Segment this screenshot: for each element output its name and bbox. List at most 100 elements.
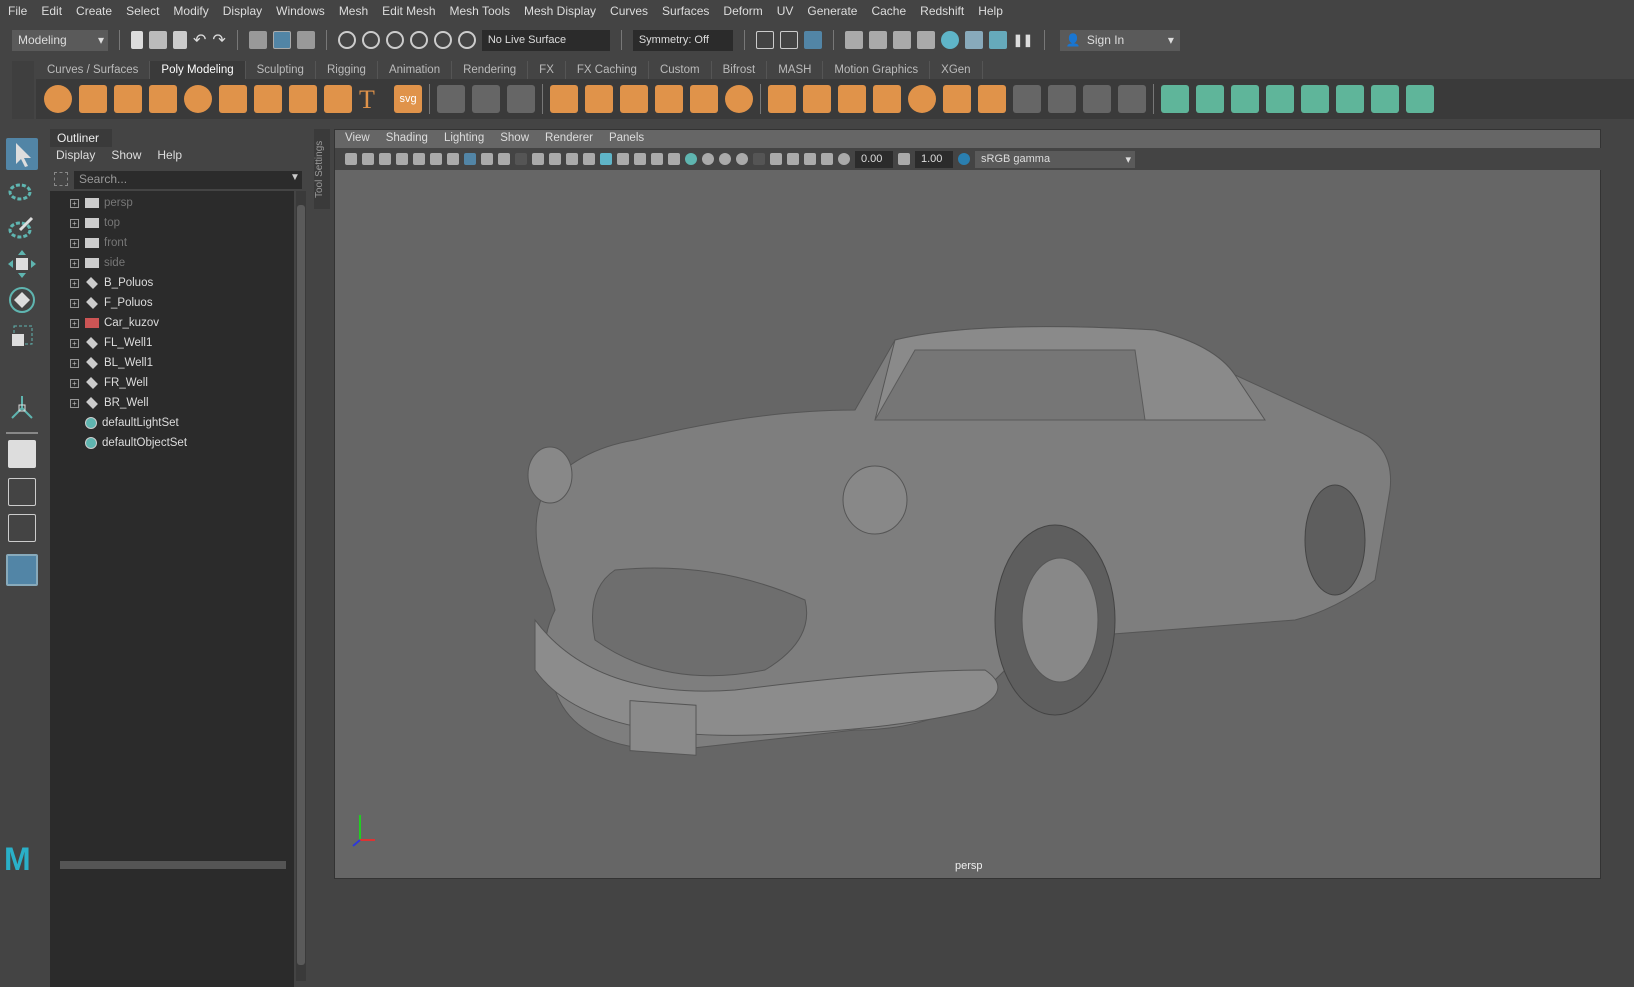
2d-pan-icon[interactable] [430, 153, 442, 165]
field-chart-icon[interactable] [532, 153, 544, 165]
outliner-item[interactable]: + F_Poluos [50, 293, 153, 313]
insert-edge-loop-icon[interactable] [1013, 85, 1041, 113]
uv-planar-icon[interactable] [1161, 85, 1189, 113]
mirror-icon[interactable] [620, 85, 648, 113]
snap-grid-icon[interactable] [337, 31, 356, 49]
snap-live-icon[interactable] [433, 31, 452, 49]
wireframe-on-shaded-icon[interactable] [634, 153, 646, 165]
bookmark-icon[interactable] [396, 153, 408, 165]
expand-icon[interactable]: + [70, 298, 79, 308]
outliner-item[interactable]: + BL_Well1 [50, 353, 153, 373]
screen-space-ao-icon[interactable] [702, 153, 714, 165]
viewport-menu-renderer[interactable]: Renderer [545, 132, 593, 144]
viewport-menu-panels[interactable]: Panels [609, 132, 644, 144]
image-plane-icon[interactable] [413, 153, 425, 165]
scale-tool-icon[interactable] [6, 320, 38, 352]
extrude-icon[interactable] [943, 85, 971, 113]
tab-fx[interactable]: FX [528, 61, 566, 79]
tab-fx-caching[interactable]: FX Caching [566, 61, 649, 79]
snap-point-icon[interactable] [385, 31, 404, 49]
uv-spherical-icon[interactable] [1231, 85, 1259, 113]
uv-cylindrical-icon[interactable] [1196, 85, 1224, 113]
platonic-solid-icon[interactable] [289, 85, 317, 113]
menu-mesh-display[interactable]: Mesh Display [524, 4, 596, 18]
expand-icon[interactable]: + [70, 358, 79, 368]
menu-mesh[interactable]: Mesh [339, 4, 368, 18]
sign-in-button[interactable]: 👤 Sign In ▾ [1059, 29, 1180, 51]
hypershade-icon[interactable] [940, 31, 959, 49]
input-ops-icon[interactable] [755, 31, 774, 49]
tab-curves-surfaces[interactable]: Curves / Surfaces [36, 61, 151, 79]
scrollbar-thumb[interactable] [297, 205, 305, 965]
safe-title-icon[interactable] [566, 153, 578, 165]
new-scene-icon[interactable] [131, 31, 143, 49]
textured-icon[interactable] [651, 153, 663, 165]
tab-mash[interactable]: MASH [767, 61, 824, 79]
separate-icon[interactable] [585, 85, 613, 113]
outliner-tab[interactable]: Outliner [50, 129, 112, 147]
outliner-item[interactable]: defaultLightSet [50, 413, 179, 433]
lasso-tool-icon[interactable] [6, 176, 38, 208]
outliner-item[interactable]: + persp [50, 193, 133, 213]
menu-display[interactable]: Display [223, 4, 262, 18]
bevel-cube-icon[interactable] [768, 85, 796, 113]
outliner-menu-display[interactable]: Display [56, 148, 95, 166]
grease-pencil-icon[interactable] [447, 153, 459, 165]
viewport-menu-shading[interactable]: Shading [386, 132, 428, 144]
poly-cone-icon[interactable] [149, 85, 177, 113]
render-frame-icon[interactable] [844, 31, 863, 49]
outliner-layout-icon[interactable] [6, 554, 38, 586]
symmetry-field[interactable]: Symmetry: Off [632, 29, 733, 51]
tab-rendering[interactable]: Rendering [452, 61, 529, 79]
pause-icon[interactable]: ❚❚ [1013, 33, 1033, 47]
gate-mask-icon[interactable] [515, 153, 527, 165]
redo-icon[interactable]: ↷ [212, 30, 225, 50]
expand-icon[interactable]: + [70, 318, 79, 328]
extract-icon[interactable] [690, 85, 718, 113]
grid-icon[interactable] [464, 153, 476, 165]
select-object-icon[interactable] [272, 31, 291, 49]
gamma-field[interactable]: 1.00 [915, 150, 953, 168]
outliner-item[interactable]: + B_Poluos [50, 273, 153, 293]
reset-transform-icon[interactable] [472, 85, 500, 113]
exposure-field[interactable]: 0.00 [855, 150, 893, 168]
paint-select-tool-icon[interactable] [6, 212, 38, 244]
filter-icon[interactable] [54, 172, 68, 186]
menu-edit[interactable]: Edit [41, 4, 62, 18]
default-material-icon[interactable] [617, 153, 629, 165]
snap-surface-icon[interactable] [457, 31, 476, 49]
tab-bifrost[interactable]: Bifrost [712, 61, 768, 79]
menu-select[interactable]: Select [126, 4, 159, 18]
menu-curves[interactable]: Curves [610, 4, 648, 18]
output-ops-icon[interactable] [779, 31, 798, 49]
move-tool-icon[interactable] [6, 248, 38, 280]
bevel-icon[interactable] [873, 85, 901, 113]
select-hierarchy-icon[interactable] [248, 31, 267, 49]
wireframe-icon[interactable] [583, 153, 595, 165]
tool-settings-tab[interactable]: Tool Settings [314, 129, 330, 209]
uv-editor-icon[interactable] [1336, 85, 1364, 113]
outliner-menu-show[interactable]: Show [111, 148, 141, 166]
outliner-item[interactable]: + front [50, 233, 127, 253]
xray-icon[interactable] [787, 153, 799, 165]
single-perspective-layout-icon[interactable] [8, 440, 36, 468]
outliner-item[interactable]: + top [50, 213, 120, 233]
tab-rigging[interactable]: Rigging [316, 61, 378, 79]
uv-sew-icon[interactable] [1406, 85, 1434, 113]
anti-aliasing-icon[interactable] [736, 153, 748, 165]
menu-mesh-tools[interactable]: Mesh Tools [450, 4, 510, 18]
undo-icon[interactable]: ↶ [193, 30, 206, 50]
resolution-gate-icon[interactable] [498, 153, 510, 165]
menu-uv[interactable]: UV [777, 4, 794, 18]
menu-create[interactable]: Create [76, 4, 112, 18]
fill-hole-icon[interactable] [838, 85, 866, 113]
expand-icon[interactable]: + [70, 398, 79, 408]
slide-edge-icon[interactable] [1118, 85, 1146, 113]
smooth-icon[interactable] [655, 85, 683, 113]
tab-custom[interactable]: Custom [649, 61, 712, 79]
use-all-lights-icon[interactable] [668, 153, 680, 165]
poly-disc-icon[interactable] [254, 85, 282, 113]
combine-icon[interactable] [550, 85, 578, 113]
viewport-menu-view[interactable]: View [345, 132, 370, 144]
universal-manipulator-icon[interactable] [6, 392, 38, 424]
